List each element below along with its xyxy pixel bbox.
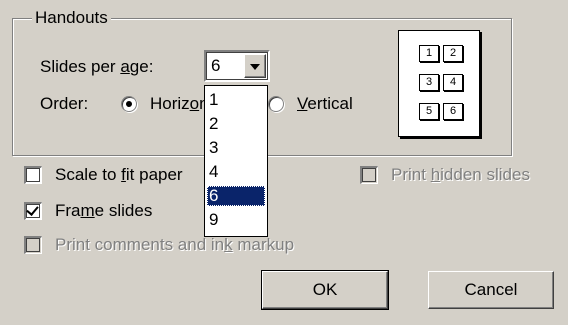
handout-preview: 1 2 3 4 5 6 xyxy=(398,30,480,137)
dropdown-option-selected[interactable]: 6 xyxy=(207,186,265,206)
scale-to-fit-label[interactable]: Scale to fit paper xyxy=(55,164,183,186)
preview-thumb: 3 xyxy=(419,74,439,91)
dropdown-option[interactable]: 1 xyxy=(207,90,265,110)
order-vertical-label[interactable]: Vertical xyxy=(297,93,353,115)
preview-thumb: 1 xyxy=(419,45,439,62)
scale-to-fit-checkbox[interactable] xyxy=(24,166,42,184)
slides-per-page-combobox[interactable]: 6 xyxy=(204,50,270,82)
dropdown-option[interactable]: 3 xyxy=(207,138,265,158)
preview-thumb: 5 xyxy=(419,103,439,120)
order-horizontal-radio[interactable] xyxy=(121,96,137,112)
order-vertical-radio[interactable] xyxy=(268,96,284,112)
slides-per-page-dropdown-list[interactable]: 1 2 3 4 6 9 xyxy=(204,85,268,237)
slides-per-page-value: 6 xyxy=(211,56,221,75)
dropdown-option[interactable]: 2 xyxy=(207,114,265,134)
print-comments-label[interactable]: Print comments and ink markup xyxy=(55,234,294,256)
frame-slides-label[interactable]: Frame slides xyxy=(55,200,152,222)
print-hidden-slides-label[interactable]: Print hidden slides xyxy=(391,164,530,186)
frame-slides-checkbox[interactable] xyxy=(24,202,42,220)
preview-thumb: 4 xyxy=(443,74,463,91)
preview-thumb: 6 xyxy=(443,103,463,120)
ok-button[interactable]: OK xyxy=(261,270,389,310)
print-comments-checkbox[interactable] xyxy=(24,236,42,254)
preview-thumb: 2 xyxy=(443,45,463,62)
cancel-button[interactable]: Cancel xyxy=(428,271,554,309)
order-label: Order: xyxy=(40,94,89,113)
dropdown-option[interactable]: 4 xyxy=(207,162,265,182)
dropdown-option[interactable]: 9 xyxy=(207,210,265,230)
chevron-down-icon[interactable] xyxy=(244,54,266,78)
slides-per-page-label: Slides per age: xyxy=(40,57,154,76)
handouts-legend: Handouts xyxy=(32,8,111,28)
print-hidden-slides-checkbox[interactable] xyxy=(360,166,378,184)
